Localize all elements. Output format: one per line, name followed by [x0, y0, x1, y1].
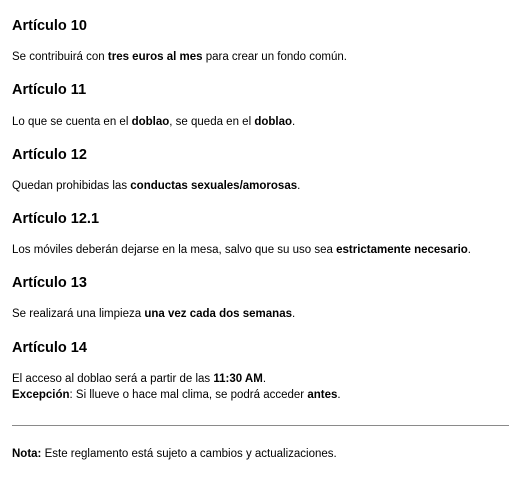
text-segment: : Si llueve o hace mal clima, se podrá a… — [69, 389, 308, 401]
text-segment: Lo que se cuenta en el — [12, 116, 132, 128]
article-heading: Artículo 11 — [12, 82, 87, 98]
article-text: El acceso al doblao será a partir de las… — [12, 371, 266, 387]
bold-text: una vez cada dos semanas — [144, 308, 292, 320]
bold-text: antes — [307, 389, 338, 401]
note-label: Nota: — [12, 448, 42, 460]
text-segment: El acceso al doblao será a partir de las — [12, 373, 214, 385]
divider — [12, 425, 509, 426]
bold-text: doblao — [131, 116, 170, 128]
bold-text: Excepción — [12, 389, 70, 401]
article-heading: Artículo 12.1 — [12, 211, 100, 227]
article-text: Se contribuirá con tres euros al mes par… — [12, 49, 347, 65]
article-heading: Artículo 10 — [12, 18, 87, 34]
article-text: Quedan prohibidas las conductas sexuales… — [12, 178, 300, 194]
text-segment: . — [292, 116, 296, 128]
exception-text: Excepción: Si llueve o hace mal clima, s… — [12, 387, 341, 403]
article-heading: Artículo 13 — [12, 275, 87, 291]
note: Nota: Este reglamento está sujeto a camb… — [12, 446, 337, 462]
text-segment: . — [262, 373, 267, 385]
bold-text: 11:30 AM — [213, 373, 263, 385]
article-heading: Artículo 12 — [12, 147, 87, 163]
bold-text: tres euros al mes — [107, 51, 203, 63]
text-segment: . — [337, 389, 341, 401]
text-segment: . — [467, 244, 471, 256]
regulation-document: Artículo 10 Se contribuirá con tres euro… — [0, 0, 527, 482]
text-segment: Los móviles deberán dejarse en la mesa, … — [12, 244, 337, 256]
text-segment: . — [297, 180, 301, 192]
bold-text: conductas sexuales/amorosas — [130, 180, 298, 192]
text-segment: para crear un fondo común. — [202, 51, 347, 63]
bold-text: estrictamente necesario — [336, 244, 468, 256]
article-heading: Artículo 14 — [12, 340, 87, 356]
article-text: Lo que se cuenta en el doblao, se queda … — [12, 114, 295, 130]
text-segment: Se realizará una limpieza — [12, 308, 145, 320]
note-text: Este reglamento está sujeto a cambios y … — [41, 448, 337, 460]
article-text: Los móviles deberán dejarse en la mesa, … — [12, 242, 471, 258]
text-segment: . — [291, 308, 296, 320]
text-segment: , se queda en el — [169, 116, 255, 128]
bold-text: doblao — [254, 116, 293, 128]
text-segment: Se contribuirá con — [12, 51, 108, 63]
article-text: Se realizará una limpieza una vez cada d… — [12, 306, 295, 322]
text-segment: Quedan prohibidas las — [12, 180, 131, 192]
